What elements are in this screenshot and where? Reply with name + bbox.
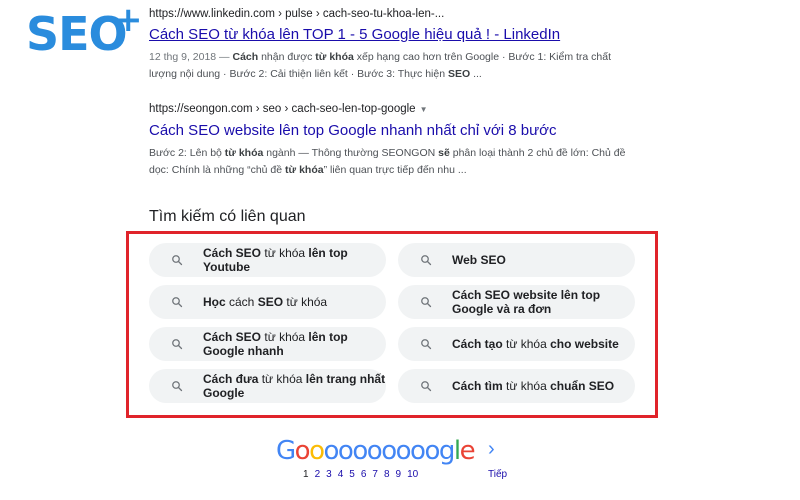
page-link[interactable]: 5: [349, 469, 355, 480]
related-search-label: Web SEO: [452, 253, 506, 267]
related-search-label: Cách tạo từ khóa cho website: [452, 337, 619, 351]
result-snippet: 12 thg 9, 2018 — Cách nhận được từ khóa …: [149, 49, 629, 83]
related-search-label: Cách đưa từ khóa lên trang nhất Google: [203, 372, 386, 400]
page-link[interactable]: 6: [361, 469, 367, 480]
page-link[interactable]: 3: [326, 469, 332, 480]
result-url-text[interactable]: https://seongon.com › seo › cach-seo-len…: [149, 103, 416, 115]
page-link[interactable]: 9: [396, 469, 402, 480]
search-result: https://www.linkedin.com › pulse › cach-…: [149, 6, 629, 83]
search-icon: [418, 336, 434, 352]
related-search-chip[interactable]: Cách đưa từ khóa lên trang nhất Google: [149, 369, 386, 403]
result-date: 12 thg 9, 2018 —: [149, 51, 233, 63]
related-search-chip[interactable]: Học cách SEO từ khóa: [149, 285, 386, 319]
related-search-chip[interactable]: Cách SEO từ khóa lên top Youtube: [149, 243, 386, 277]
related-search-label: Học cách SEO từ khóa: [203, 295, 328, 309]
search-icon: [169, 378, 185, 394]
logo-text: SEO: [26, 7, 128, 61]
pager-logo-letter: o: [424, 436, 440, 466]
related-search-label: Cách SEO từ khóa lên top Google nhanh: [203, 330, 348, 358]
search-icon: [169, 252, 185, 268]
pager-logo-letter: o: [410, 436, 426, 466]
next-page-link[interactable]: Tiếp: [488, 469, 507, 480]
logo-plus: +: [114, 0, 143, 40]
pager-logo-letter: o: [294, 436, 311, 466]
page-link[interactable]: 2: [315, 469, 321, 480]
pager-logo-letter: e: [459, 436, 476, 466]
page-link[interactable]: 7: [372, 469, 378, 480]
snippet-text: từ khóa: [285, 164, 324, 176]
related-search-label: Cách SEO website lên top Google và ra đơ…: [452, 288, 601, 316]
page-numbers: 1 2 3 4 5 6 7 8 9 10: [303, 469, 424, 480]
result-url[interactable]: https://seongon.com › seo › cach-seo-len…: [149, 101, 629, 118]
related-search-label: Cách tìm từ khóa chuẩn SEO: [452, 379, 615, 393]
search-icon: [418, 294, 434, 310]
result-url[interactable]: https://www.linkedin.com › pulse › cach-…: [149, 6, 629, 22]
seo-logo: SEO +: [26, 0, 143, 61]
result-snippet: Bước 2: Lên bộ từ khóa ngành — Thông thư…: [149, 145, 629, 179]
search-icon: [418, 252, 434, 268]
snippet-text: ” liên quan trực tiếp đến nhu ...: [323, 164, 467, 176]
snippet-text: từ khóa: [315, 51, 354, 63]
snippet-text: từ khóa: [224, 147, 264, 159]
related-search-chip[interactable]: Cách SEO từ khóa lên top Google nhanh: [149, 327, 386, 361]
page-link[interactable]: 8: [384, 469, 390, 480]
search-icon: [169, 294, 185, 310]
snippet-text: ...: [470, 68, 482, 80]
snippet-text: SEO: [447, 68, 471, 80]
result-title-link[interactable]: Cách SEO từ khóa lên TOP 1 - 5 Google hi…: [149, 25, 629, 45]
search-result: https://seongon.com › seo › cach-seo-len…: [149, 101, 629, 179]
pager-logo-letter: o: [337, 436, 354, 466]
google-pager-logo: Goooooooooogle: [276, 434, 476, 468]
page-link[interactable]: 10: [407, 469, 418, 480]
related-search-chip[interactable]: Cách tạo từ khóa cho website: [398, 327, 635, 361]
pagination: Goooooooooogle › 1 2 3 4 5 6 7 8 9 10 Tiếp: [276, 434, 526, 484]
pager-logo-letter: g: [438, 436, 456, 466]
result-title-link[interactable]: Cách SEO website lên top Google nhanh nh…: [149, 121, 629, 141]
page-link[interactable]: 4: [338, 469, 344, 480]
pager-logo-letter: G: [276, 436, 296, 466]
related-searches-heading: Tìm kiếm có liên quan: [149, 208, 306, 225]
snippet-text: Cách: [232, 51, 259, 63]
next-page-arrow-icon[interactable]: ›: [488, 438, 495, 461]
current-page: 1: [303, 469, 309, 480]
search-icon: [418, 378, 434, 394]
related-search-chip[interactable]: Cách SEO website lên top Google và ra đơ…: [398, 285, 635, 319]
pager-logo-letter: o: [352, 436, 368, 466]
snippet-text: nhận được: [258, 51, 316, 63]
snippet-text: ngành — Thông thường SEONGON: [263, 147, 439, 159]
pager-logo-letter: o: [366, 436, 383, 466]
pager-logo-letter: o: [309, 436, 325, 466]
snippet-text: Bước 2: Lên bộ: [149, 147, 225, 159]
search-icon: [169, 336, 185, 352]
pager-logo-letter: o: [381, 436, 397, 466]
related-search-label: Cách SEO từ khóa lên top Youtube: [203, 246, 348, 274]
related-search-chip[interactable]: Cách tìm từ khóa chuẩn SEO: [398, 369, 635, 403]
related-search-chip[interactable]: Web SEO: [398, 243, 635, 277]
caret-down-icon[interactable]: ▼: [420, 105, 428, 114]
pager-logo-letter: o: [395, 436, 412, 466]
pager-logo-letter: o: [323, 436, 340, 466]
snippet-text: sẽ: [438, 147, 450, 159]
